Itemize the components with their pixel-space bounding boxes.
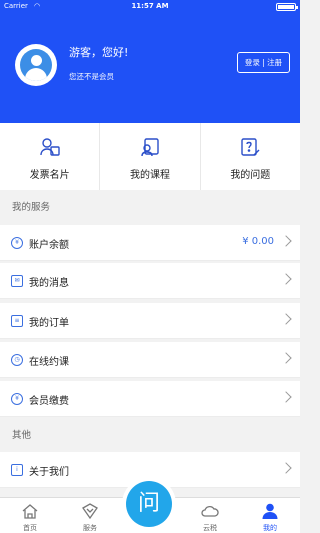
tab-mine[interactable]: 我的 (240, 498, 300, 533)
chevron-right-icon (280, 273, 292, 285)
row-label: 在线约课 (29, 357, 69, 368)
chevron-right-icon (280, 391, 292, 403)
greeting-text: 游客，您好! (69, 46, 129, 59)
row-member-payment[interactable]: ¥ 会员缴费 (0, 381, 300, 417)
row-label: 我的订单 (29, 318, 69, 329)
row-label: 账户余额 (29, 240, 69, 251)
status-bar: Carrier ◠ 11:57 AM (0, 0, 300, 14)
balance-value: ¥ 0.00 (242, 236, 274, 247)
ask-button-label: 问 (126, 481, 172, 527)
quick-questions-label: 我的问题 (230, 170, 271, 181)
tab-service[interactable]: 服务 (60, 498, 120, 533)
quick-invoice-label: 发票名片 (29, 170, 70, 181)
member-status-text: 您还不是会员 (69, 72, 114, 81)
row-label: 我的消息 (29, 278, 69, 289)
tab-label: 首页 (23, 524, 37, 532)
yen-icon: ¥ (11, 237, 23, 249)
service-icon (82, 503, 98, 520)
section-title-other: 其他 (0, 423, 300, 449)
order-icon: ≡ (11, 315, 23, 327)
login-register-button[interactable]: 登录 | 注册 (237, 52, 290, 73)
profile-icon (262, 503, 278, 519)
cloud-icon (201, 505, 219, 517)
quick-courses-label: 我的课程 (129, 170, 170, 181)
clock-icon: ◷ (11, 354, 23, 366)
tab-cloud-tax[interactable]: 云税 (180, 498, 240, 533)
chevron-right-icon (280, 235, 292, 247)
avatar[interactable] (15, 44, 57, 86)
row-my-messages[interactable]: ✉ 我的消息 (0, 263, 300, 299)
row-label: 会员缴费 (29, 396, 69, 407)
invoice-card-icon (39, 138, 60, 156)
row-online-booking[interactable]: ◷ 在线约课 (0, 342, 300, 378)
chevron-right-icon (280, 313, 292, 325)
quick-actions: 发票名片 我的课程 我的问题 (0, 123, 300, 190)
mail-icon: ✉ (11, 275, 23, 287)
profile-header: 游客，您好! 您还不是会员 登录 | 注册 (0, 14, 300, 123)
home-icon (22, 504, 38, 519)
row-label: 关于我们 (29, 467, 69, 478)
tab-label: 云税 (203, 524, 217, 532)
quick-invoice-card[interactable]: 发票名片 (0, 123, 99, 190)
chevron-right-icon (280, 352, 292, 364)
clock-label: 11:57 AM (131, 2, 169, 10)
tab-label: 我的 (263, 524, 277, 532)
row-my-orders[interactable]: ≡ 我的订单 (0, 303, 300, 339)
quick-my-questions[interactable]: 我的问题 (199, 123, 300, 190)
battery-icon (276, 3, 298, 11)
info-icon: i (11, 464, 23, 476)
row-account-balance[interactable]: ¥ 账户余额 ¥ 0.00 (0, 225, 300, 261)
quick-my-courses[interactable]: 我的课程 (99, 123, 199, 190)
chevron-right-icon (280, 462, 292, 474)
payment-icon: ¥ (11, 393, 23, 405)
tab-home[interactable]: 首页 (0, 498, 60, 533)
question-icon (241, 138, 260, 156)
section-title-services: 我的服务 (0, 195, 300, 221)
tab-label: 服务 (83, 524, 97, 532)
ask-question-button[interactable]: 问 (122, 477, 176, 531)
course-icon (141, 138, 159, 157)
